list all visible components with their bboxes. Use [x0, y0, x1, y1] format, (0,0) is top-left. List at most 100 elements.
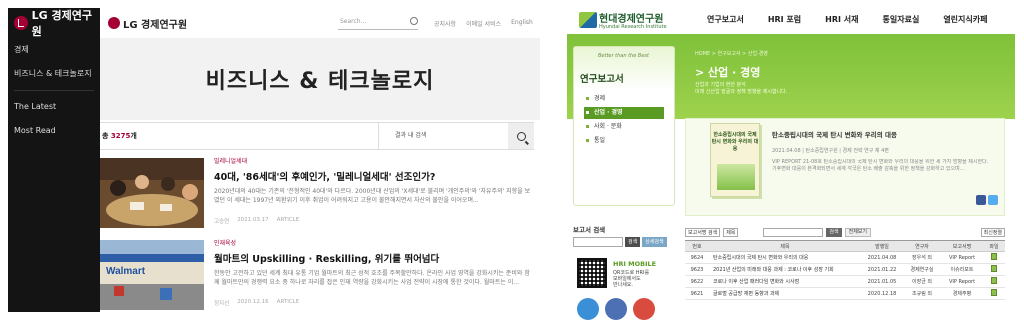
- breadcrumb: HOME > 연구보고서 > 산업·경영: [695, 51, 768, 57]
- table-row[interactable]: 9623 2021년 산업의 미래와 대응 과제 : 코로나 이후 성장 기회 …: [685, 263, 1005, 276]
- cell-file[interactable]: [983, 251, 1005, 264]
- download-icon[interactable]: [991, 289, 997, 296]
- cell-title[interactable]: 2021년 산업의 미래와 대응 과제 : 코로나 이후 성장 기회: [709, 263, 861, 276]
- sidebar-item-business-tech[interactable]: 비즈니스 & 테크놀로지: [8, 62, 100, 86]
- cell-date: 2021.04.08: [861, 251, 903, 264]
- report-cover-image: [717, 164, 755, 190]
- share-buttons: [976, 195, 998, 205]
- col-author: 연구자: [903, 240, 941, 252]
- search-type-select[interactable]: 보고서명 검색: [685, 227, 721, 237]
- inner-search-input[interactable]: 결과 내 검색: [378, 123, 508, 149]
- hri-logo-title: 현대경제연구원: [599, 14, 664, 25]
- qr-code-icon: [577, 258, 607, 288]
- article-item[interactable]: 밀레니얼세대 40대, '86세대'의 후예인가, '밀레니얼세대' 선조인가?…: [100, 156, 534, 230]
- sidebar-logo-text: LG 경제연구원: [31, 9, 92, 38]
- menu-unification[interactable]: 통일자료실: [883, 14, 920, 25]
- cell-title[interactable]: 코로나 이후 산업 패러다임 변화와 시사점: [709, 275, 861, 288]
- article-date: 2021.03.17: [237, 217, 269, 223]
- mobile-title: HRI MOBILE: [613, 260, 657, 268]
- article-item[interactable]: Walmart 인재육성 월마트의 Upskilling · Reskillin…: [100, 238, 534, 312]
- featured-title[interactable]: 탄소중립시대의 국제 탄시 변화와 우리의 대응: [772, 129, 897, 139]
- twitter-icon[interactable]: [577, 298, 599, 320]
- left-item-industry[interactable]: 산업 · 경영: [584, 107, 664, 119]
- hri-top-nav: 현대경제연구원 Hyundai Research Institute 연구보고서…: [567, 6, 1015, 34]
- download-icon[interactable]: [991, 277, 997, 284]
- article-thumbnail[interactable]: [100, 158, 204, 228]
- table-row[interactable]: 9621 글로벌 공급망 재편 동향과 과제 2020.12.18 조규림 외 …: [685, 287, 1005, 300]
- hri-logo-icon: [579, 12, 597, 28]
- cell-report-name: VIP Report: [941, 275, 983, 288]
- search-icon[interactable]: [410, 17, 418, 25]
- article-category[interactable]: 밀레니얼세대: [214, 156, 532, 165]
- article-thumbnail[interactable]: Walmart: [100, 240, 204, 310]
- left-item-economy[interactable]: 경제: [584, 93, 664, 105]
- sidebar: LG 경제연구원 경제 비즈니스 & 테크놀로지 The Latest Most…: [8, 8, 100, 312]
- twitter-icon[interactable]: [988, 195, 998, 205]
- brand-logo[interactable]: LG 경제연구원: [108, 16, 187, 31]
- cell-file[interactable]: [983, 287, 1005, 300]
- hri-mobile-promo: HRI MOBILE QR코드로 HRI를 모바일에서도 만나세요.: [577, 258, 675, 292]
- sort-select[interactable]: 최신정렬: [980, 227, 1005, 237]
- list-search-button[interactable]: 검색: [826, 227, 842, 237]
- social-links: [577, 298, 655, 320]
- sidebar-item-most-read[interactable]: Most Read: [8, 119, 100, 143]
- search-field-select[interactable]: 제목: [723, 227, 739, 237]
- table-row[interactable]: 9622 코로나 이후 산업 패러다임 변화와 시사점 2021.01.05 이…: [685, 275, 1005, 288]
- email-service-link[interactable]: 이메일 서비스: [466, 19, 501, 28]
- page-title: 비즈니스 & 테크놀로지: [205, 69, 435, 94]
- hri-logo-sub: Hyundai Research Institute: [599, 24, 667, 30]
- col-report-name: 보고서명: [941, 240, 983, 252]
- menu-forum[interactable]: HRI 포럼: [768, 14, 801, 25]
- top-links: 공지사항 이메일 서비스 English: [434, 19, 533, 28]
- view-all-button[interactable]: 전체보기: [844, 227, 872, 237]
- col-date: 발행일: [861, 240, 903, 252]
- youtube-icon[interactable]: [633, 298, 655, 320]
- cell-file[interactable]: [983, 275, 1005, 288]
- count-suffix: 개: [130, 132, 137, 140]
- article-title[interactable]: 월마트의 Upskilling · Reskilling, 위기를 뛰어넘다: [214, 251, 532, 265]
- left-item-unification[interactable]: 통일: [584, 135, 664, 147]
- detail-search-button[interactable]: 상세검색: [642, 237, 667, 247]
- col-number: 번호: [685, 240, 709, 252]
- download-icon[interactable]: [991, 253, 997, 260]
- article-author: 정지선: [214, 301, 230, 307]
- article-title[interactable]: 40대, '86세대'의 후예인가, '밀레니얼세대' 선조인가?: [214, 169, 532, 183]
- featured-meta: 2021.04.08 | 탄소중립연구원 | 경제 전략 연구 제 4편: [772, 148, 889, 154]
- report-search-button[interactable]: 검색: [625, 237, 641, 247]
- article-desc: 2020년대의 40대는 기존의 '전형적인 40대'와 다르다. 2000년대…: [214, 188, 531, 204]
- menu-knowledge-cafe[interactable]: 열린지식카페: [943, 14, 987, 25]
- count-value: 3275: [110, 132, 131, 140]
- sidebar-item-latest[interactable]: The Latest: [8, 95, 100, 119]
- report-search-input[interactable]: [573, 237, 623, 247]
- section-desc: 산업과 기업의 현안 분석 미래 신산업 발굴과 정책 방향을 제시합니다.: [695, 82, 787, 96]
- cell-author: 이장균 외: [903, 275, 941, 288]
- hri-logo[interactable]: 현대경제연구원 Hyundai Research Institute: [575, 10, 685, 32]
- cell-title[interactable]: 탄소중립시대의 국제 탄시 변화와 우리의 대응: [709, 251, 861, 264]
- article-category[interactable]: 인재육성: [214, 238, 532, 247]
- inner-search-button[interactable]: [508, 123, 534, 149]
- report-table: 번호 제목 발행일 연구자 보고서명 파일 9624 탄소중립시대의 국제 탄시…: [685, 240, 1005, 300]
- hri-menu: 연구보고서 HRI 포럼 HRI 서재 통일자료실 열린지식카페: [707, 14, 987, 25]
- cell-title[interactable]: 글로벌 공급망 재편 동향과 과제: [709, 287, 861, 300]
- col-file: 파일: [983, 240, 1005, 252]
- search-input[interactable]: Search...: [338, 16, 418, 30]
- cell-file[interactable]: [983, 263, 1005, 276]
- table-row[interactable]: 9624 탄소중립시대의 국제 탄시 변화와 우리의 대응 2021.04.08…: [685, 251, 1005, 264]
- facebook-icon[interactable]: [976, 195, 986, 205]
- sidebar-logo[interactable]: LG 경제연구원: [8, 8, 100, 38]
- count-prefix: 총: [102, 132, 111, 140]
- english-link[interactable]: English: [511, 19, 533, 28]
- menu-reports[interactable]: 연구보고서: [707, 14, 744, 25]
- cell-date: 2020.12.18: [861, 287, 903, 300]
- hri-site: 현대경제연구원 Hyundai Research Institute 연구보고서…: [567, 6, 1015, 320]
- facebook-icon[interactable]: [605, 298, 627, 320]
- left-item-society[interactable]: 사회 · 문화: [584, 121, 664, 133]
- report-cover[interactable]: 한소중립시대의 국제 탄시 변화와 우리의 대응: [710, 123, 760, 197]
- cell-date: 2021.01.22: [861, 263, 903, 276]
- menu-library[interactable]: HRI 서재: [825, 14, 858, 25]
- notice-link[interactable]: 공지사항: [434, 19, 456, 28]
- list-search-input[interactable]: [763, 227, 824, 237]
- article-text: 밀레니얼세대 40대, '86세대'의 후예인가, '밀레니얼세대' 선조인가?…: [214, 156, 532, 225]
- sidebar-item-economy[interactable]: 경제: [8, 38, 100, 62]
- download-icon[interactable]: [991, 265, 997, 272]
